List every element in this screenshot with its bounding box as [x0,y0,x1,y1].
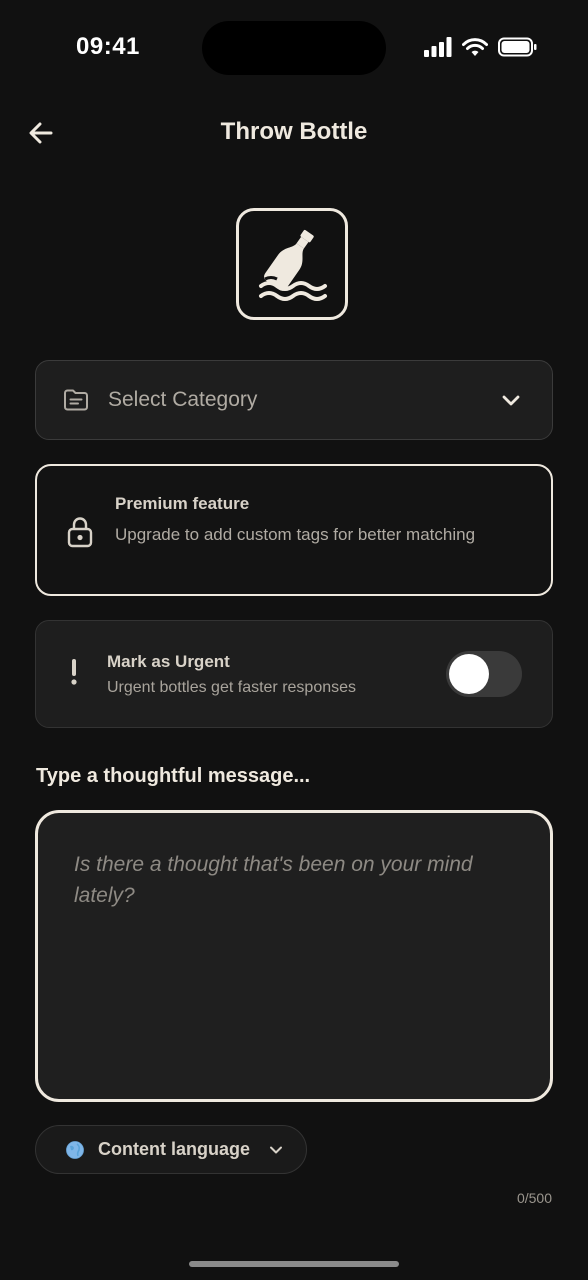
chevron-down-icon [502,395,520,406]
urgent-toggle[interactable] [446,651,522,697]
wifi-icon [462,38,488,56]
premium-description: Upgrade to add custom tags for better ma… [115,525,476,544]
message-label: Type a thoughtful message... [36,765,311,787]
content-language-select[interactable]: Content language [35,1125,307,1174]
status-icons [424,37,538,57]
char-counter: 0/500 [516,1190,552,1206]
signal-icon [424,37,452,57]
category-select[interactable]: Select Category [35,360,553,440]
category-select-label: Select Category [108,388,258,411]
chevron-down-icon [270,1146,282,1153]
urgent-title: Mark as Urgent [107,652,230,671]
status-time: 09:41 [76,33,140,60]
bottle-logo [236,208,348,320]
urgent-description: Urgent bottles get faster responses [107,679,357,696]
premium-title: Premium feature [115,494,250,513]
message-in-bottle-icon [259,229,327,301]
page-title: Throw Bottle [220,118,368,145]
message-box [35,810,553,1102]
folder-icon [62,386,90,414]
dynamic-island [202,21,386,75]
message-input[interactable] [74,849,514,1069]
battery-icon [498,37,537,57]
throw-bottle-screen: 09:41 Throw Bottle Select Category Premi… [0,0,588,1280]
lock-icon [67,517,93,548]
home-indicator[interactable] [189,1261,399,1267]
exclamation-icon [71,659,77,685]
premium-feature-card[interactable]: Premium feature Upgrade to add custom ta… [35,464,553,596]
toggle-knob [449,654,489,694]
urgent-card: Mark as Urgent Urgent bottles get faster… [35,620,553,728]
content-language-label: Content language [98,1139,250,1159]
status-bar: 09:41 [0,0,588,95]
globe-icon [66,1140,84,1159]
header: Throw Bottle [0,110,588,156]
